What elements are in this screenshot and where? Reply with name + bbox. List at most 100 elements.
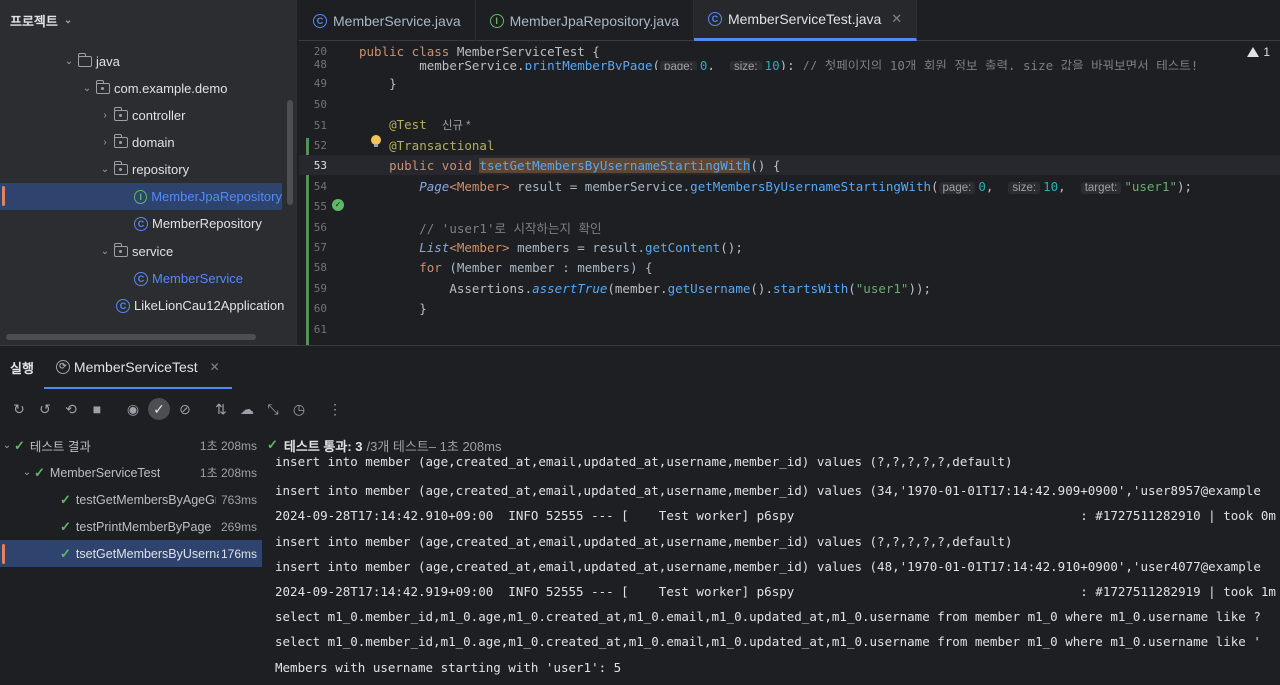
rerun-failed-icon[interactable]: ↺ [34,398,56,420]
tree-item-memberrepository[interactable]: C MemberRepository [134,210,262,237]
chevron-down-icon[interactable]: ⌄ [20,467,34,478]
status-time: – 1초 208ms [428,438,502,454]
interface-icon: I [134,189,148,204]
rerun-icon[interactable]: ↻ [8,398,30,420]
tree-item-controller[interactable]: › controller [98,102,185,129]
test-case-selected[interactable]: ✓ tsetGetMembersByUserna 176ms [0,540,262,567]
chevron-down-icon[interactable]: ⌄ [80,83,94,94]
package-icon [95,80,110,94]
tree-item-java[interactable]: ⌄ java [62,48,120,75]
ide-top-area: 프로젝트 ⌄ ⌄ java ⌄ com.example.demo › contr… [0,0,1280,386]
chevron-down-icon[interactable]: ⌄ [98,246,112,257]
check-icon: ✓ [60,491,71,507]
tab-memberjparepository[interactable]: I MemberJpaRepository.java [476,0,694,41]
test-status-bar: ✓ 테스트 통과: 3 /3개 테스트 – 1초 208ms [267,434,501,456]
code-line: 50 [313,97,327,111]
code-line: 51 @Test 신규 * [313,117,471,132]
tree-item-label: LikeLionCau12Application [134,298,285,313]
code-line: 58 for (Member member : members) { [313,259,653,275]
tab-memberservicetest[interactable]: C MemberServiceTest.java ✕ [693,0,918,41]
run-tabs: 실행 ⟳ MemberServiceTest ✕ [0,346,1280,389]
code-line: 61 [313,322,327,336]
log-line: insert into member (age,created_at,email… [275,559,1261,574]
test-suite[interactable]: ⌄ ✓ MemberServiceTest 1초 208ms [0,459,262,486]
vertical-scrollbar[interactable] [287,100,293,205]
tree-item-label: com.example.demo [114,81,228,96]
check-icon: ✓ [14,437,25,453]
collapse-icon[interactable]: ⤡ [262,398,284,420]
show-passed-icon[interactable]: ✓ [148,398,170,420]
toggle-auto-test-icon[interactable]: ⟲ [60,398,82,420]
tree-item-label: domain [132,135,175,150]
log-line: insert into member (age,created_at,email… [275,534,1013,549]
sort-icon[interactable]: ⇅ [210,398,232,420]
tree-item-likelioncau12application[interactable]: C LikeLionCau12Application [116,292,284,319]
close-icon[interactable]: ✕ [891,11,902,27]
tab-memberservice[interactable]: C MemberService.java [299,0,476,41]
project-panel-header[interactable]: 프로젝트 ⌄ [0,0,297,41]
selection-marker [2,186,5,206]
check-icon: ✓ [60,518,71,534]
tree-item-service[interactable]: ⌄ service [98,238,173,265]
code-line: 54 Page<Member> result = memberService.g… [313,178,1193,194]
code-area[interactable]: ✓ 20 public class MemberServiceTest { 48… [299,41,1280,386]
tree-item-label: MemberJpaRepository [151,189,282,204]
history-icon[interactable]: ◷ [288,398,310,420]
test-class-icon: C [707,12,722,26]
log-line: 2024-09-28T17:14:42.910+09:00 INFO 52555… [275,508,1276,523]
class-icon: C [134,271,148,286]
log-line: Members with username starting with 'use… [275,660,622,675]
close-icon[interactable]: ✕ [210,360,220,374]
more-options-icon[interactable]: ⋮ [324,398,346,420]
tree-item-memberjparepository[interactable]: I MemberJpaRepository [0,183,282,210]
code-line: 49 } [313,75,397,91]
interface-icon: I [489,13,504,28]
horizontal-scrollbar[interactable] [6,334,256,340]
log-line: 2024-09-28T17:14:42.919+09:00 INFO 52555… [275,584,1276,599]
stop-icon[interactable]: ■ [86,398,108,420]
run-toolbar: ↻ ↺ ⟲ ■ ◉ ✓ ⊘ ⇅ ☁ ⤡ ◷ ⋮ [0,389,1280,429]
chevron-right-icon[interactable]: › [98,110,112,121]
console-output[interactable]: ✓ 테스트 통과: 3 /3개 테스트 – 1초 208ms insert in… [264,432,1280,685]
run-panel-title: 실행 [10,361,34,376]
folder-icon [77,53,92,67]
tree-item-label: java [96,54,120,69]
log-line: insert into member (age,created_at,email… [275,483,1261,498]
test-case[interactable]: ✓ testPrintMemberByPage 269ms [0,513,262,540]
chevron-down-icon[interactable]: ⌄ [0,440,14,451]
tree-item-domain[interactable]: › domain [98,129,175,156]
chevron-down-icon[interactable]: ⌄ [64,15,72,26]
tree-item-label: MemberService [152,271,244,286]
chevron-right-icon[interactable]: › [98,137,112,148]
import-tests-icon[interactable]: ☁ [236,398,258,420]
tree-item-repository[interactable]: ⌄ repository [98,156,189,183]
chevron-down-icon[interactable]: ⌄ [62,56,76,67]
package-icon [113,161,128,175]
log-line: select m1_0.member_id,m1_0.age,m1_0.crea… [275,634,1261,649]
test-case[interactable]: ✓ testGetMembersByAgeGr 763ms [0,486,262,513]
check-icon: ✓ [34,464,45,480]
editor-tabs: C MemberService.java I MemberJpaReposito… [299,0,1280,41]
code-line: 57 List<Member> members = result.getCont… [313,239,743,255]
tree-item-com-example-demo[interactable]: ⌄ com.example.demo [80,75,227,102]
code-line-current: 53 public void tsetGetMembersByUsernameS… [299,155,1280,175]
tab-run-memberservicetest[interactable]: ⟳ MemberServiceTest ✕ [43,346,232,389]
code-line: 59 Assertions.assertTrue(member.getUsern… [313,280,932,296]
status-total: /3개 테스트 [366,438,429,454]
chevron-down-icon[interactable]: ⌄ [98,164,112,175]
show-ignored-toggle-icon[interactable]: ⊘ [174,398,196,420]
code-line: 52 @Transactional [313,137,495,153]
log-line: insert into member (age,created_at,email… [275,457,1013,469]
tree-item-label: MemberRepository [152,216,262,231]
tab-label: MemberService.java [333,12,461,29]
run-tab-label: MemberServiceTest [73,358,198,375]
test-root[interactable]: ⌄ ✓ 테스트 결과 1초 208ms [0,432,262,459]
package-icon [113,134,128,148]
show-ignored-icon[interactable]: ◉ [122,398,144,420]
package-icon [113,107,128,121]
tab-label: MemberServiceTest.java [727,11,882,27]
check-icon: ✓ [60,545,71,561]
tab-label: MemberJpaRepository.java [509,12,679,29]
tree-item-memberservice[interactable]: C MemberService [134,265,243,292]
status-passed: 테스트 통과: 3 [283,438,363,454]
